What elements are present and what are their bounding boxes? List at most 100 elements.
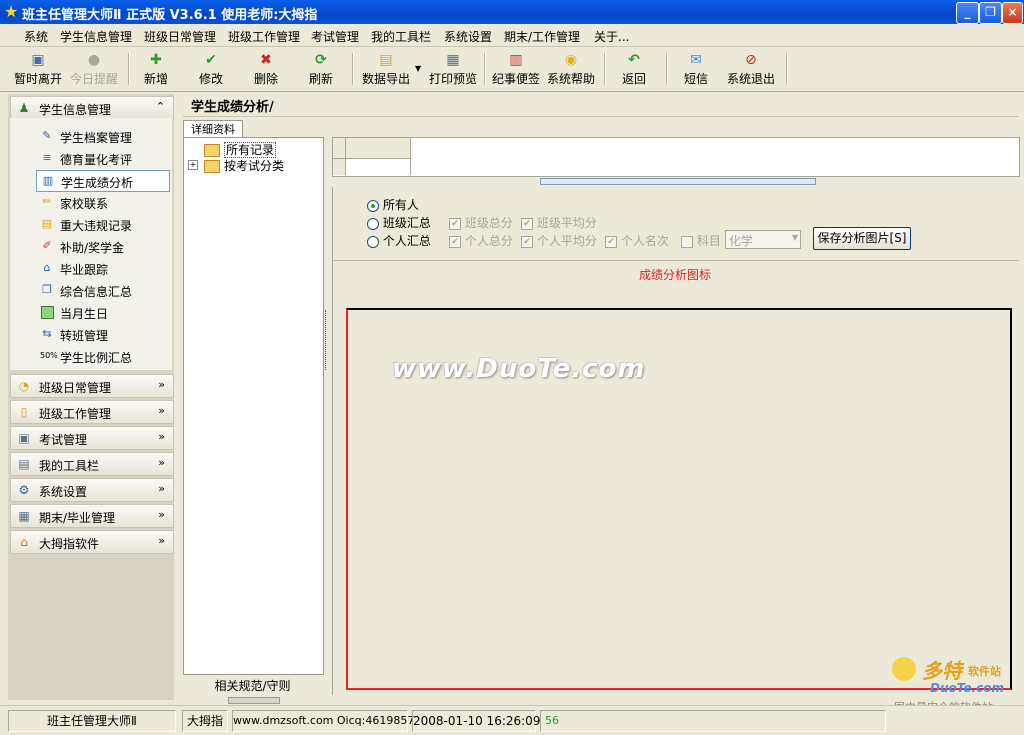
help-icon: ◉: [564, 52, 578, 68]
check-icon: ✔: [205, 52, 217, 68]
expand-chevron-icon[interactable]: »: [158, 430, 165, 443]
monitor-icon: ▣: [31, 52, 45, 68]
grid-row-header[interactable]: [333, 159, 346, 175]
menu-about[interactable]: 关于...: [594, 28, 629, 45]
checkbox-icon: ✔: [521, 235, 533, 248]
menu-toolbar[interactable]: 我的工具栏: [371, 28, 431, 45]
tools-icon: ▤: [18, 457, 30, 471]
checkbox-personal-avg[interactable]: ✔ 个人平均分: [521, 232, 597, 249]
grid-header-cell[interactable]: [346, 138, 411, 159]
section-graduation[interactable]: ▦ 期末/毕业管理»: [10, 504, 174, 528]
status-count: 56: [540, 710, 886, 732]
logo-site: DuoTe.com: [930, 681, 1004, 695]
title-bar: ★ 班主任管理大师Ⅱ 正式版 V3.6.1 使用老师:大拇指 _ ❐ ×: [0, 0, 1024, 24]
splitter-handle[interactable]: [325, 310, 331, 370]
radio-all[interactable]: 所有人: [367, 196, 419, 213]
sidebar-item-info-summary[interactable]: ❐ 综合信息汇总: [36, 280, 170, 300]
expand-chevron-icon[interactable]: »: [158, 378, 165, 391]
back-button[interactable]: ↶ 返回: [616, 50, 652, 88]
radio-class-summary[interactable]: 班级汇总: [367, 214, 431, 231]
menu-class-daily[interactable]: 班级日常管理: [144, 28, 216, 45]
today-reminder-button[interactable]: ● 今日提醒: [68, 50, 120, 88]
minimize-button[interactable]: _: [956, 2, 979, 24]
sidebar-item-score-analysis[interactable]: ▥ 学生成绩分析: [36, 170, 170, 192]
window-title: 班主任管理大师Ⅱ 正式版 V3.6.1 使用老师:大拇指: [22, 8, 318, 23]
print-preview-button[interactable]: ▦ 打印预览: [427, 50, 479, 88]
data-grid[interactable]: [332, 137, 1020, 177]
checkbox-personal-total[interactable]: ✔ 个人总分: [449, 232, 513, 249]
section-student-info[interactable]: ♟ 学生信息管理 ⌃: [10, 96, 174, 120]
sidebar-item-violations[interactable]: ▤ 重大违规记录: [36, 214, 170, 234]
section-exam[interactable]: ▣ 考试管理»: [10, 426, 174, 450]
menu-system[interactable]: 系统: [24, 28, 48, 45]
export-button[interactable]: ▤ 数据导出: [358, 50, 414, 88]
radio-personal-summary[interactable]: 个人汇总: [367, 232, 431, 249]
menu-term[interactable]: 期末/工作管理: [504, 28, 580, 45]
notes-button[interactable]: ▥ 纪事便签: [490, 50, 542, 88]
tree-node-by-exam[interactable]: 按考试分类: [204, 157, 284, 174]
sidebar-item-class-transfer[interactable]: ⇆ 转班管理: [36, 324, 170, 344]
collapse-chevron-icon[interactable]: ⌃: [156, 100, 165, 113]
expand-chevron-icon[interactable]: »: [158, 456, 165, 469]
sidebar-item-scholarship[interactable]: ✐ 补助/奖学金: [36, 236, 170, 256]
edit-button[interactable]: ✔ 修改: [193, 50, 229, 88]
sidebar-item-student-archive[interactable]: ✎ 学生档案管理: [36, 126, 170, 146]
section-software[interactable]: ⌂ 大拇指软件»: [10, 530, 174, 554]
sidebar: ♟ 学生信息管理 ⌃ ✎ 学生档案管理 ≡ 德育量化考评 ▥ 学生成绩分析 ✏ 家校联系…: [8, 94, 174, 700]
sms-button[interactable]: ✉ 短信: [678, 50, 714, 88]
grid-cell[interactable]: [346, 159, 411, 175]
tracking-icon: ⌂: [43, 261, 51, 274]
checkbox-subject[interactable]: 科目: [681, 232, 721, 249]
refresh-button[interactable]: ⟳ 刷新: [303, 50, 339, 88]
folder-icon: [204, 144, 220, 157]
grid-splitter[interactable]: [540, 178, 816, 185]
tab-details[interactable]: 详细资料: [183, 120, 243, 138]
tree-expand-icon[interactable]: +: [188, 160, 198, 170]
restore-button[interactable]: ❐: [979, 2, 1002, 24]
subject-select[interactable]: 化学 ▼: [725, 230, 801, 249]
checkbox-class-total[interactable]: ✔ 班级总分: [449, 214, 513, 231]
export-dropdown-arrow-icon[interactable]: ▼: [415, 64, 421, 73]
tree-node-all-records[interactable]: 所有记录: [204, 141, 277, 158]
plus-icon: ✚: [150, 52, 162, 68]
add-button[interactable]: ✚ 新增: [138, 50, 174, 88]
sidebar-item-birthdays[interactable]: 当月生日: [36, 302, 170, 322]
tree-footer-rules[interactable]: 相关规范/守则: [183, 676, 322, 696]
menu-exam[interactable]: 考试管理: [311, 28, 359, 45]
mascot-icon: [892, 657, 916, 681]
sidebar-item-ratio-summary[interactable]: 50% 学生比例汇总: [36, 346, 170, 366]
printer-icon: ▦: [446, 52, 460, 68]
menu-class-work[interactable]: 班级工作管理: [228, 28, 300, 45]
document-icon: ▤: [41, 217, 53, 230]
sidebar-item-home-school[interactable]: ✏ 家校联系: [36, 192, 170, 212]
section-settings[interactable]: ⚙ 系统设置»: [10, 478, 174, 502]
expand-chevron-icon[interactable]: »: [158, 534, 165, 547]
exit-button[interactable]: ⊘ 系统退出: [724, 50, 778, 88]
pause-button[interactable]: ▣ 暂时离开: [12, 50, 64, 88]
section-class-work[interactable]: ▯ 班级工作管理»: [10, 400, 174, 424]
status-user: 大拇指: [182, 710, 228, 732]
grid-corner-cell: [333, 138, 346, 159]
expand-chevron-icon[interactable]: »: [158, 508, 165, 521]
expand-chevron-icon[interactable]: »: [158, 404, 165, 417]
x-icon: ✖: [260, 52, 272, 68]
notepad-icon: ▥: [509, 52, 523, 68]
expand-chevron-icon[interactable]: »: [158, 482, 165, 495]
checkbox-class-avg[interactable]: ✔ 班级平均分: [521, 214, 597, 231]
checkbox-personal-rank[interactable]: ✔ 个人名次: [605, 232, 669, 249]
menu-student-info[interactable]: 学生信息管理: [60, 28, 132, 45]
tree-footer-handle[interactable]: [228, 697, 280, 704]
folder-icon: [204, 160, 220, 173]
refresh-icon: ⟳: [315, 52, 327, 68]
delete-button[interactable]: ✖ 删除: [248, 50, 284, 88]
close-button[interactable]: ×: [1002, 2, 1023, 24]
help-button[interactable]: ◉ 系统帮助: [545, 50, 597, 88]
menu-settings[interactable]: 系统设置: [444, 28, 492, 45]
sidebar-item-graduate-tracking[interactable]: ⌂ 毕业跟踪: [36, 258, 170, 278]
percentage-icon: 50%: [40, 351, 58, 360]
save-chart-image-button[interactable]: 保存分析图片[S]: [813, 227, 911, 250]
section-my-tools[interactable]: ▤ 我的工具栏»: [10, 452, 174, 476]
sidebar-item-moral-eval[interactable]: ≡ 德育量化考评: [36, 148, 170, 168]
section-class-daily[interactable]: ◔ 班级日常管理»: [10, 374, 174, 398]
calendar-icon: [41, 306, 54, 319]
